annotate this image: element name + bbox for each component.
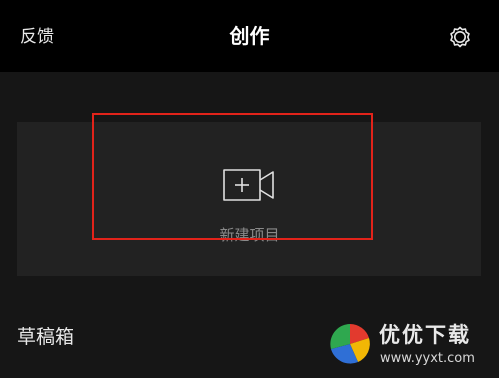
watermark-logo (330, 324, 370, 364)
watermark-name: 优优下载 (379, 323, 471, 347)
watermark: 优优下载 www.yyxt.com (328, 320, 499, 378)
page-title: 创作 (229, 24, 270, 48)
gear-icon[interactable] (446, 23, 474, 51)
drafts-heading: 草稿箱 (17, 326, 75, 348)
watermark-url: www.yyxt.com (380, 351, 475, 366)
top-bar: 反馈 创作 (0, 0, 499, 72)
app-screen: 反馈 创作 新建项目 草稿箱 优优下载 www.yyxt.com (0, 0, 499, 378)
highlight-frame (92, 113, 373, 240)
